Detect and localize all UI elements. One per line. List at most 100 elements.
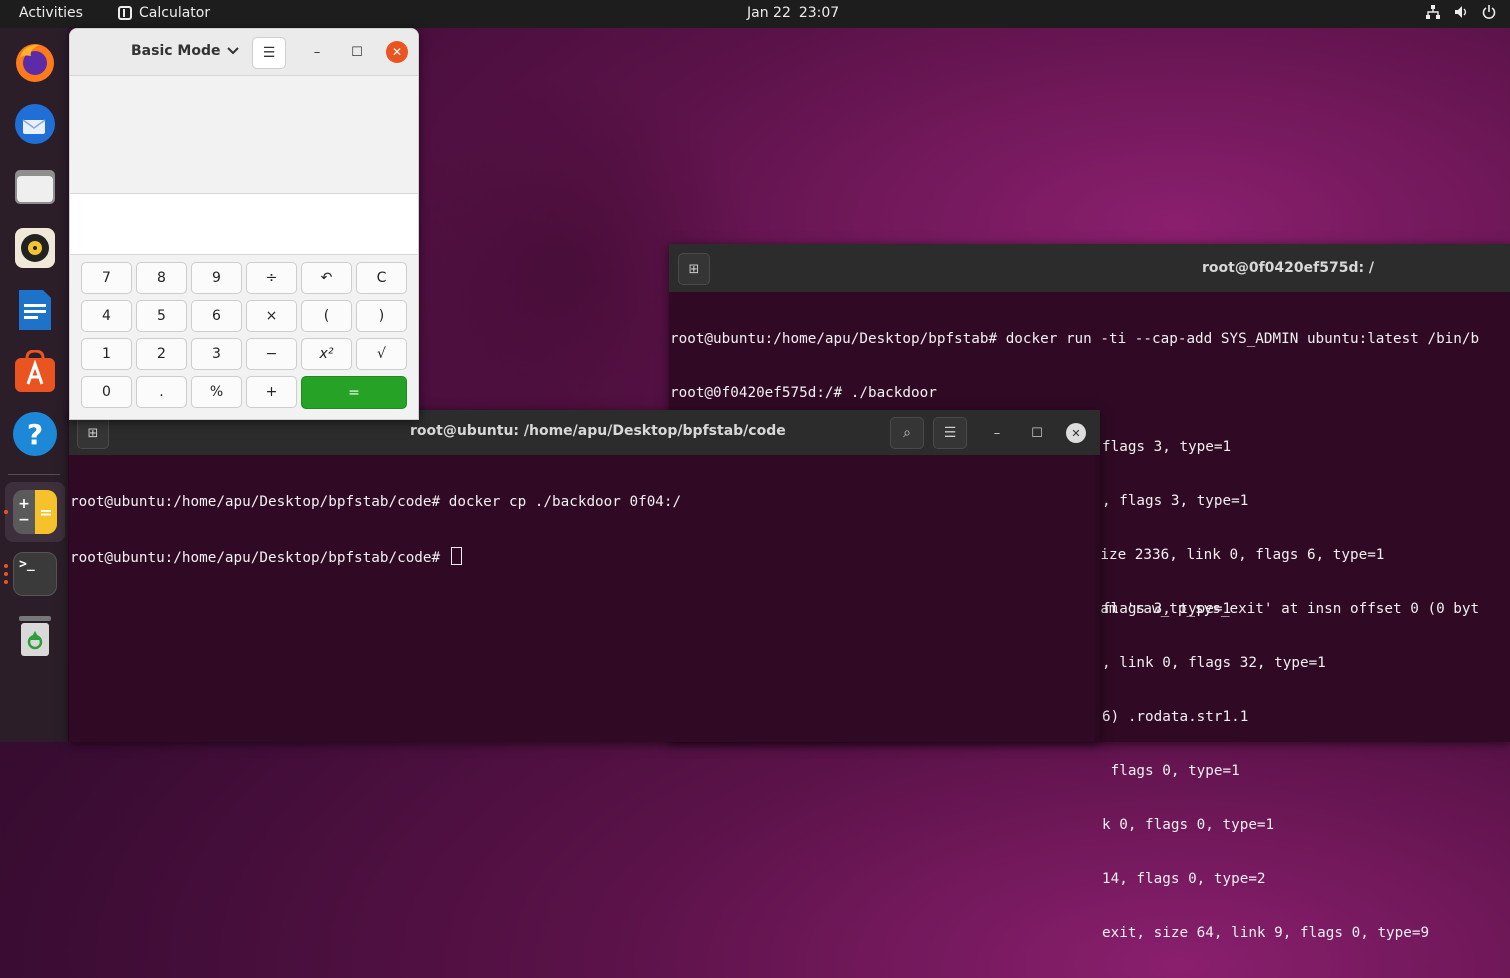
key-label: ÷: [265, 270, 278, 286]
key-open-paren[interactable]: (: [301, 300, 352, 332]
close-button[interactable]: ✕: [386, 41, 408, 63]
new-tab-icon: ⊞: [688, 261, 700, 277]
calculator-headerbar[interactable]: Basic Mode ☰ – ☐ ✕: [70, 29, 418, 76]
terminal-icon[interactable]: >_: [13, 552, 57, 596]
calculator-display[interactable]: [70, 194, 418, 255]
calculator-icon[interactable]: + − =: [13, 490, 57, 534]
chevron-down-icon: [226, 47, 239, 55]
key-subtract[interactable]: −: [246, 338, 297, 370]
running-indicator: [4, 510, 8, 514]
key-decimal[interactable]: .: [136, 376, 187, 408]
new-tab-button[interactable]: ⊞: [678, 253, 710, 285]
undo-icon: ↶: [320, 270, 333, 286]
terminal-line: flags 3, type=1: [1102, 439, 1232, 455]
key-clear[interactable]: C: [356, 262, 407, 294]
volume-icon: [1455, 6, 1467, 18]
key-9[interactable]: 9: [191, 262, 242, 294]
key-multiply[interactable]: ×: [246, 300, 297, 332]
key-divide[interactable]: ÷: [246, 262, 297, 294]
key-1[interactable]: 1: [81, 338, 132, 370]
key-label: (: [323, 308, 330, 324]
history-view[interactable]: [70, 76, 418, 194]
terminal-titlebar[interactable]: ⊞ root@0f0420ef575d: /: [669, 244, 1510, 292]
rhythmbox-icon[interactable]: [13, 226, 57, 270]
activities-button[interactable]: Activities: [19, 5, 83, 21]
key-undo[interactable]: ↶: [301, 262, 352, 294]
key-label: ×: [265, 308, 278, 324]
key-label: −: [265, 346, 278, 362]
key-6[interactable]: 6: [191, 300, 242, 332]
key-label: C: [376, 270, 387, 286]
key-label: x²: [319, 346, 334, 362]
key-label: 4: [102, 308, 111, 324]
key-label: =: [348, 384, 360, 401]
terminal-output[interactable]: root@ubuntu:/home/apu/Desktop/bpfstab/co…: [70, 457, 681, 603]
files-icon[interactable]: [13, 164, 57, 208]
key-square[interactable]: x²: [301, 338, 352, 370]
key-5[interactable]: 5: [136, 300, 187, 332]
search-icon: ⌕: [903, 425, 911, 441]
minimize-button[interactable]: –: [987, 423, 1007, 443]
key-0[interactable]: 0: [81, 376, 132, 408]
close-icon: ✕: [1071, 426, 1081, 440]
terminal-line: k 0, flags 0, type=1: [1102, 817, 1275, 833]
terminal-output-visible-tail: flags 3, type=1 , flags 3, type=1 flags …: [1102, 402, 1429, 978]
key-label: 5: [157, 308, 166, 324]
power-icon: [1482, 5, 1496, 19]
dock: ? + − = >_: [0, 28, 68, 742]
key-sqrt[interactable]: √: [356, 338, 407, 370]
terminal-scrollbar[interactable]: [1094, 455, 1100, 742]
key-percent[interactable]: %: [191, 376, 242, 408]
firefox-icon[interactable]: [13, 40, 57, 84]
new-tab-button[interactable]: ⊞: [77, 417, 109, 449]
mode-label: Basic Mode: [131, 43, 221, 59]
running-indicator: [4, 580, 8, 584]
menu-button[interactable]: ☰: [933, 417, 967, 449]
minimize-icon: –: [313, 44, 321, 60]
minimize-button[interactable]: –: [306, 41, 328, 63]
terminal-prompt: root@ubuntu:/home/apu/Desktop/bpfstab/co…: [70, 550, 449, 566]
key-label: 2: [157, 346, 166, 362]
key-close-paren[interactable]: ): [356, 300, 407, 332]
system-tray[interactable]: [1426, 5, 1496, 19]
window-title: root@ubuntu: /home/apu/Desktop/bpfstab/c…: [410, 423, 786, 439]
maximize-icon: ☐: [1031, 425, 1043, 441]
key-label: √: [377, 346, 386, 362]
key-2[interactable]: 2: [136, 338, 187, 370]
key-3[interactable]: 3: [191, 338, 242, 370]
key-7[interactable]: 7: [81, 262, 132, 294]
menu-button[interactable]: ☰: [252, 37, 286, 69]
key-label: 3: [212, 346, 221, 362]
key-label: ): [378, 308, 385, 324]
key-8[interactable]: 8: [136, 262, 187, 294]
key-label: 6: [212, 308, 221, 324]
mode-selector[interactable]: Basic Mode: [131, 43, 239, 59]
maximize-button[interactable]: ☐: [1027, 423, 1047, 443]
key-equals[interactable]: =: [301, 376, 407, 409]
dock-separator: [8, 474, 60, 475]
calc-eq-glyph: =: [39, 502, 53, 522]
calc-minus-glyph: −: [18, 512, 30, 528]
maximize-button[interactable]: ☐: [346, 41, 368, 63]
terminal-line: root@0f0420ef575d:/# ./backdoor: [670, 385, 937, 401]
app-menu[interactable]: Calculator: [118, 5, 210, 21]
calculator-app-icon: [118, 6, 132, 20]
key-4[interactable]: 4: [81, 300, 132, 332]
help-icon[interactable]: ?: [13, 412, 57, 456]
clock[interactable]: Jan 22 23:07: [747, 5, 839, 21]
key-add[interactable]: +: [246, 376, 297, 408]
network-icon: [1426, 5, 1440, 19]
help-glyph: ?: [26, 417, 44, 451]
writer-icon[interactable]: [13, 288, 57, 332]
minimize-icon: –: [993, 425, 1001, 441]
terminal-prompt-line: root@ubuntu:/home/apu/Desktop/bpfstab/co…: [70, 547, 681, 567]
search-button[interactable]: ⌕: [890, 417, 924, 449]
close-button[interactable]: ✕: [1066, 423, 1086, 443]
running-indicator: [4, 572, 8, 576]
terminal-line: 6) .rodata.str1.1: [1102, 709, 1249, 725]
trash-icon[interactable]: [13, 614, 57, 658]
software-icon[interactable]: [13, 350, 57, 394]
terminal-glyph: >_: [19, 557, 35, 572]
thunderbird-icon[interactable]: [13, 102, 57, 146]
